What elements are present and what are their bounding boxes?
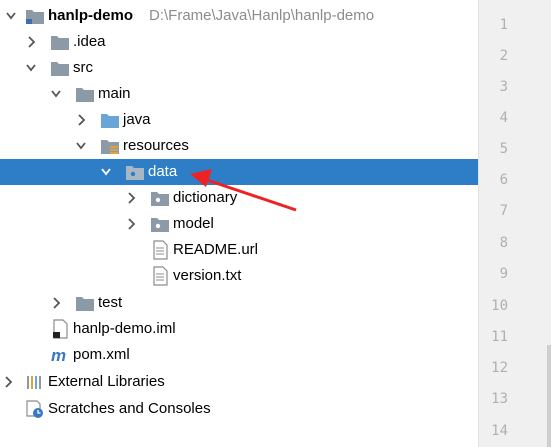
annotation-arrow [190, 169, 297, 212]
line-number: 14 [491, 423, 508, 439]
line-number: 3 [499, 79, 508, 95]
line-number: 11 [491, 329, 508, 345]
line-number: 4 [499, 110, 508, 126]
line-number: 7 [499, 203, 508, 219]
line-number: 12 [491, 360, 508, 376]
line-number: 9 [499, 266, 508, 282]
line-number: 10 [491, 298, 508, 314]
line-number: 6 [499, 172, 508, 188]
editor-scrollbar[interactable] [547, 345, 551, 447]
line-number: 2 [499, 48, 508, 64]
line-number: 8 [499, 235, 508, 251]
line-number: 13 [491, 391, 508, 407]
project-tree: hanlp-demo D:\Frame\Java\Hanlp\hanlp-dem… [0, 0, 478, 447]
editor-gutter: 1 2 3 4 5 6 7 8 9 10 11 12 13 14 [478, 0, 551, 447]
line-number: 5 [499, 141, 508, 157]
line-number: 1 [499, 17, 508, 33]
